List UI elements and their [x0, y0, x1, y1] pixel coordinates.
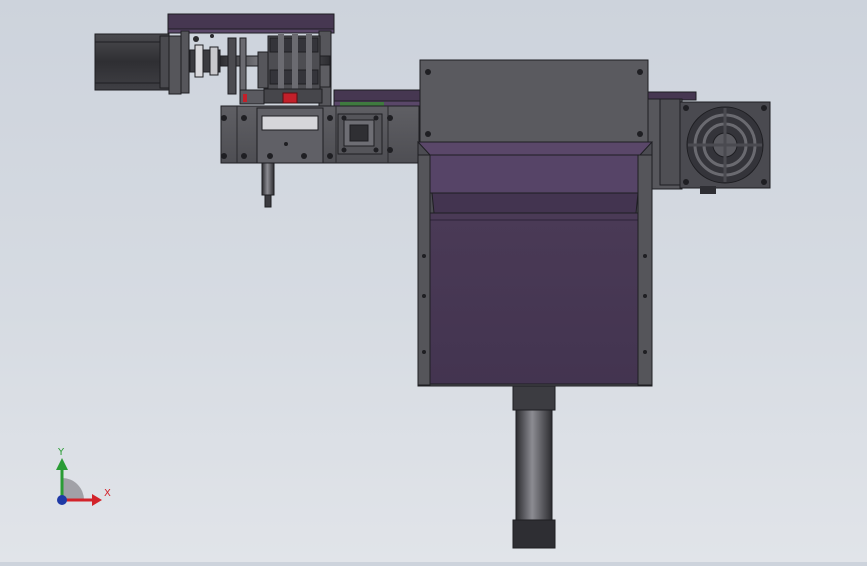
- y-axis-label: Y: [57, 447, 65, 458]
- assembly-drawing: Y X: [56, 13, 771, 549]
- cad-viewport[interactable]: Y X: [0, 0, 867, 562]
- upper-housing: [419, 59, 649, 143]
- gear-train: [239, 34, 331, 105]
- pneumatic-cylinder[interactable]: [512, 385, 556, 549]
- axis-triad: Y X: [56, 447, 111, 506]
- nozzle-rod: [261, 162, 275, 208]
- z-axis-dot: [57, 495, 67, 505]
- stepper-motor[interactable]: [94, 33, 182, 95]
- x-axis-label: X: [104, 488, 111, 499]
- hopper-body: [416, 141, 654, 387]
- cooling-fan[interactable]: [679, 101, 771, 194]
